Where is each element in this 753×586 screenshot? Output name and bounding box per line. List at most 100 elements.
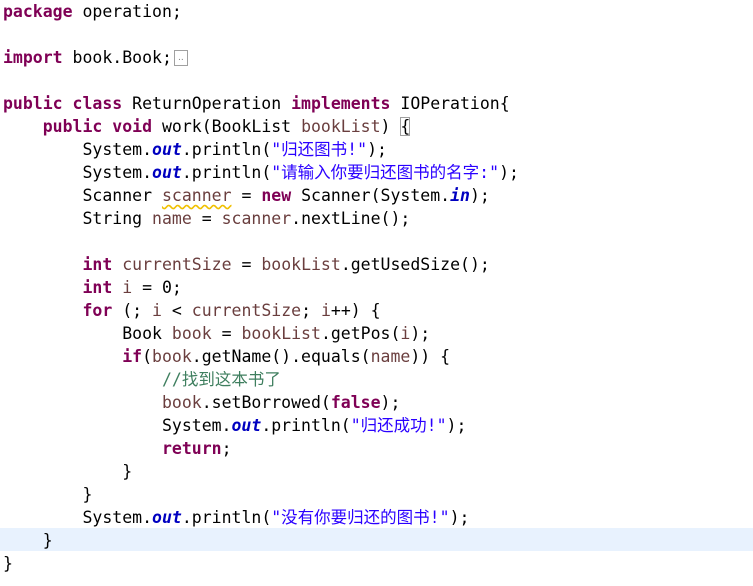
string-literal: "没有你要归还的图书!" (271, 508, 450, 527)
code-text: = (191, 209, 222, 228)
code-line-7[interactable]: System.out.println("归还图书!"); (3, 138, 387, 161)
code-text: ; (221, 439, 232, 458)
keyword: import (3, 48, 63, 67)
code-text: ); (449, 508, 470, 527)
code-text: ); (367, 140, 387, 159)
local-variable: scanner (221, 209, 292, 228)
code-text: ( (142, 347, 153, 366)
code-line-1[interactable]: package operation; (3, 0, 182, 23)
code-text: ); (499, 163, 519, 182)
code-text: ) (380, 117, 401, 136)
code-text: .println( (181, 508, 272, 527)
code-text: < (161, 301, 192, 320)
parameter: bookList (301, 117, 381, 136)
code-line-25[interactable]: } (3, 552, 13, 575)
code-line-16[interactable]: if(book.getName().equals(name)) { (3, 345, 450, 368)
code-line-19[interactable]: System.out.println("归还成功!"); (3, 414, 466, 437)
code-text: System. (161, 416, 232, 435)
local-variable: i (122, 278, 133, 297)
code-line-12[interactable]: int currentSize = bookList.getUsedSize()… (3, 253, 490, 276)
matching-bracket: { (400, 117, 411, 136)
code-text: = (231, 186, 262, 205)
code-text: = 0; (132, 278, 182, 297)
code-line-17[interactable]: //找到这本书了 (3, 368, 281, 391)
keyword: class (72, 94, 123, 113)
code-line-5[interactable]: public class ReturnOperation implements … (3, 92, 510, 115)
local-variable: i (152, 301, 162, 320)
code-text: String (82, 209, 153, 228)
code-text: System. (82, 508, 153, 527)
keyword: public (42, 117, 103, 136)
local-variable: bookList (261, 255, 341, 274)
string-literal: "请输入你要归还图书的名字:" (271, 163, 500, 182)
local-variable: book (161, 393, 202, 412)
code-text: .getName().equals( (191, 347, 371, 366)
code-line-13[interactable]: int i = 0; (3, 276, 182, 299)
code-line-14[interactable]: for (; i < currentSize; i++) { (3, 299, 381, 322)
class-name: ReturnOperation (122, 94, 292, 113)
code-line-24[interactable]: } (3, 529, 53, 552)
code-text: .setBorrowed( (201, 393, 331, 412)
closing-brace: } (122, 462, 133, 481)
closing-brace: } (82, 485, 93, 504)
code-text: work(BookList (152, 117, 302, 136)
code-line-10[interactable]: String name = scanner.nextLine(); (3, 207, 410, 230)
code-line-18[interactable]: book.setBorrowed(false); (3, 391, 400, 414)
folded-imports-icon[interactable]: .. (173, 49, 188, 66)
code-line-8[interactable]: System.out.println("请输入你要归还图书的名字:"); (3, 161, 519, 184)
closing-brace: } (42, 531, 53, 550)
code-text: ; (301, 301, 321, 320)
code-text: .println( (261, 416, 351, 435)
code-editor[interactable]: package operation; import book.Book;.. p… (0, 0, 753, 586)
local-variable: bookList (241, 324, 321, 343)
code-line-9[interactable]: Scanner scanner = new Scanner(System.in)… (3, 184, 490, 207)
keyword: package (3, 2, 73, 21)
unused-variable-warning: scanner (161, 186, 232, 205)
code-line-6[interactable]: public void work(BookList bookList) { (3, 115, 411, 138)
static-field: out (231, 416, 262, 435)
code-text: .getPos( (320, 324, 401, 343)
code-text: operation; (72, 2, 182, 21)
code-text: Book (122, 324, 172, 343)
keyword: if (122, 347, 143, 366)
keyword: int (82, 278, 113, 297)
code-text: Scanner (82, 186, 162, 205)
local-variable: book (152, 347, 192, 366)
code-text: ); (469, 186, 490, 205)
code-text: = (231, 255, 262, 274)
keyword: for (82, 301, 113, 320)
code-text: System. (82, 140, 153, 159)
code-line-21[interactable]: } (3, 460, 132, 483)
code-text: .nextLine(); (291, 209, 411, 228)
code-text: .println( (181, 140, 272, 159)
code-text: ); (410, 324, 431, 343)
local-variable: name (152, 209, 192, 228)
code-text: = (211, 324, 242, 343)
keyword: false (330, 393, 381, 412)
code-line-22[interactable]: } (3, 483, 92, 506)
current-line-highlight (0, 528, 753, 551)
local-variable: currentSize (191, 301, 302, 320)
keyword: int (82, 255, 113, 274)
code-line-23[interactable]: System.out.println("没有你要归还的图书!"); (3, 506, 469, 529)
local-variable: currentSize (122, 255, 232, 274)
static-field: out (152, 508, 182, 527)
code-line-15[interactable]: Book book = bookList.getPos(i); (3, 322, 430, 345)
code-text: (; (112, 301, 153, 320)
static-field: out (152, 163, 182, 182)
local-variable: name (370, 347, 411, 366)
code-text: ); (380, 393, 401, 412)
code-line-3[interactable]: import book.Book;.. (3, 46, 188, 69)
code-line-20[interactable]: return; (3, 437, 232, 460)
keyword: public (3, 94, 63, 113)
code-text: IOPeration{ (390, 94, 510, 113)
string-literal: "归还成功!" (350, 416, 447, 435)
static-field: out (152, 140, 182, 159)
code-text: Scanner(System. (291, 186, 451, 205)
code-text: ++) { (330, 301, 381, 320)
keyword: void (112, 117, 153, 136)
code-text: .println( (181, 163, 272, 182)
code-text: ); (446, 416, 467, 435)
code-text: .getUsedSize(); (340, 255, 490, 274)
local-variable: i (400, 324, 411, 343)
